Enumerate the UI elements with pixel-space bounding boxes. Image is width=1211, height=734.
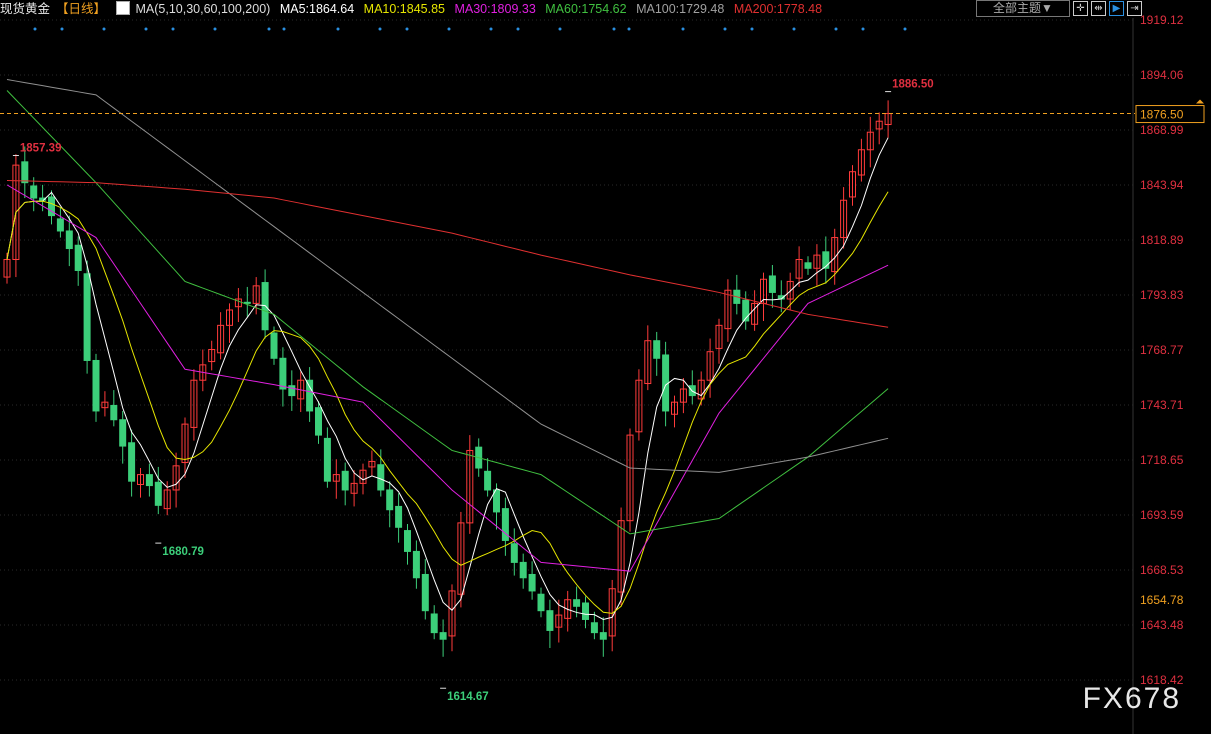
candle-down (65, 230, 73, 250)
watermark: FX678 (1082, 682, 1181, 715)
candle-down (546, 610, 554, 631)
ma100-line (6, 79, 889, 473)
event-dot (681, 27, 685, 31)
ma5-line (6, 137, 889, 620)
candle-down (270, 332, 278, 359)
candlestick-chart[interactable]: 1919.12 1894.06 1868.99 1843.94 1818.89 1793.… (0, 0, 1211, 734)
y-tick-label: 1894.06 (1140, 68, 1184, 82)
candle-down (599, 632, 607, 640)
event-dot (861, 27, 865, 31)
event-dot (834, 27, 838, 31)
event-dot (903, 27, 907, 31)
candle-down (386, 489, 394, 511)
ma10-line (6, 191, 889, 614)
candle-down (412, 550, 420, 579)
event-dot (558, 27, 562, 31)
event-dot (489, 27, 493, 31)
candle-down (519, 561, 527, 579)
ma30-line (6, 184, 889, 572)
event-dot (282, 27, 286, 31)
event-dot (792, 27, 796, 31)
event-dot (144, 27, 148, 31)
candle-down (484, 470, 492, 491)
event-dot (213, 27, 217, 31)
candle-down (395, 505, 403, 528)
event-dot (336, 27, 340, 31)
candle-down (421, 573, 429, 612)
y-tick-label: 1643.48 (1140, 618, 1184, 632)
candle-down (590, 622, 598, 634)
candle-down (110, 404, 118, 421)
candle-down (439, 632, 447, 640)
candle-down (537, 593, 545, 612)
y-tick-label: 1768.77 (1140, 343, 1184, 357)
event-dot (378, 27, 382, 31)
candle-down (83, 273, 91, 361)
y-tick-label: 1693.59 (1140, 508, 1184, 522)
event-dot (405, 27, 409, 31)
event-dot (627, 27, 631, 31)
price-annotation: 1680.79 (162, 546, 204, 558)
y-tick-label: 1818.89 (1140, 233, 1184, 247)
candle-down (653, 340, 661, 359)
candle-down (404, 530, 411, 552)
candle-down (30, 185, 38, 199)
candle-down (804, 262, 812, 269)
y-tick-label: 1843.94 (1140, 178, 1184, 192)
event-dot (267, 27, 271, 31)
candle-down (377, 464, 385, 491)
candle-down (341, 470, 349, 491)
candle-down (119, 419, 127, 447)
y-tick-label: 1668.53 (1140, 563, 1184, 577)
event-dot (60, 27, 64, 31)
candle-down (21, 161, 29, 184)
y-tick-label: 1793.83 (1140, 288, 1184, 302)
candle-down (279, 357, 287, 390)
candle-down (768, 275, 776, 293)
candle-down (306, 379, 314, 412)
event-dot (516, 27, 520, 31)
current-price-label: 1876.50 (1140, 108, 1184, 122)
candle-down (315, 407, 322, 436)
ma60-line (6, 90, 889, 535)
event-dot (33, 27, 37, 31)
event-dot (447, 27, 451, 31)
ma200-line (6, 179, 889, 328)
y-tick-label: 1718.65 (1140, 453, 1184, 467)
candle-down (74, 244, 82, 271)
price-annotation: 1857.39 (20, 142, 62, 154)
event-dot (750, 27, 754, 31)
candle-down (528, 573, 536, 592)
price-annotation: 1614.67 (447, 691, 489, 703)
candle-down (430, 613, 438, 634)
event-dot (102, 27, 106, 31)
marker-price-label: 1654.78 (1140, 593, 1184, 607)
y-tick-label: 1868.99 (1140, 123, 1184, 137)
candle-down (573, 599, 581, 607)
event-dot (171, 27, 175, 31)
candle-down (92, 359, 100, 412)
candle-down (822, 251, 830, 269)
candle-down (128, 442, 136, 482)
candle-down (154, 481, 162, 506)
up-arrow-icon (1196, 99, 1204, 104)
y-tick-label: 1919.12 (1140, 13, 1184, 27)
candle-down (510, 543, 518, 563)
y-tick-label: 1743.71 (1140, 398, 1184, 412)
candle-down (323, 437, 331, 482)
event-dot (612, 27, 616, 31)
candle-down (56, 218, 64, 232)
candle-down (145, 474, 153, 487)
event-dot (723, 27, 727, 31)
price-annotation: 1886.50 (892, 79, 934, 91)
candle-down (288, 385, 296, 397)
candle-down (582, 602, 589, 620)
